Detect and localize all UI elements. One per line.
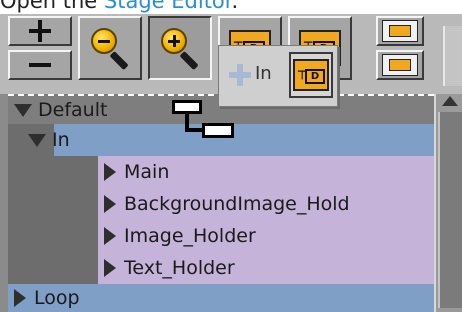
- zoom-in-small-button[interactable]: [8, 16, 72, 46]
- drag-target-box: [202, 123, 234, 138]
- popup-label: In: [255, 63, 272, 84]
- indent: [8, 252, 98, 284]
- tree-row-label: In: [52, 129, 70, 151]
- plus-icon: [229, 64, 251, 86]
- tree-row-label: Loop: [34, 287, 80, 309]
- zoom-out-button[interactable]: [78, 16, 142, 80]
- plus-icon: [29, 20, 51, 42]
- collapse-arrow-icon[interactable]: [14, 289, 26, 307]
- minus-icon: [29, 63, 51, 67]
- expand-arrow-icon[interactable]: [28, 133, 46, 147]
- stage-editor-link[interactable]: Stage Editor: [104, 0, 232, 13]
- tree-row-text-holder[interactable]: Text_Holder: [8, 252, 434, 284]
- scroll-up-arrow-icon[interactable]: [442, 96, 458, 106]
- drag-source-box: [172, 100, 202, 114]
- tree-row-label: Default: [38, 99, 108, 121]
- director-left-button[interactable]: [376, 50, 424, 80]
- tree-row-label: BackgroundImage_Hold: [124, 193, 350, 215]
- magnifier-plus-icon: [159, 26, 201, 71]
- scrollbar-thumb[interactable]: [438, 112, 462, 308]
- actor-arrow-icon: [104, 163, 116, 181]
- actor-arrow-icon: [104, 259, 116, 277]
- director-right-icon: [382, 20, 418, 42]
- tree-row-loop[interactable]: Loop: [8, 284, 434, 312]
- add-director-popup: In ┬ D: [218, 45, 338, 107]
- zoom-out-small-button[interactable]: [8, 50, 72, 80]
- director-left-icon: [382, 54, 418, 76]
- indent: [8, 220, 98, 252]
- instruction-suffix: .: [231, 0, 239, 13]
- instruction-text: Open the Stage Editor.: [0, 0, 238, 15]
- actor-arrow-icon: [104, 227, 116, 245]
- instruction-prefix: Open the: [0, 0, 104, 13]
- expand-arrow-icon[interactable]: [14, 103, 32, 117]
- indent: [8, 156, 98, 188]
- director-icon: ┬ D: [293, 59, 329, 91]
- tree-row-label: Main: [124, 161, 170, 183]
- vertical-scrollbar[interactable]: [434, 94, 462, 312]
- director-right-button[interactable]: [376, 16, 424, 46]
- indent: [8, 188, 98, 220]
- tree-row-label: Text_Holder: [124, 257, 235, 279]
- magnifier-minus-icon: [89, 26, 131, 71]
- tree-row-image-holder[interactable]: Image_Holder: [8, 220, 434, 252]
- tree-row-main[interactable]: Main: [8, 156, 434, 188]
- director-drag-icon[interactable]: ┬ D: [289, 52, 333, 98]
- zoom-in-button[interactable]: [148, 16, 212, 80]
- tree-row-backgroundimage-holder[interactable]: BackgroundImage_Hold: [8, 188, 434, 220]
- tree-row-label: Image_Holder: [124, 225, 256, 247]
- actor-arrow-icon: [104, 195, 116, 213]
- toolbar-edge: [443, 26, 462, 86]
